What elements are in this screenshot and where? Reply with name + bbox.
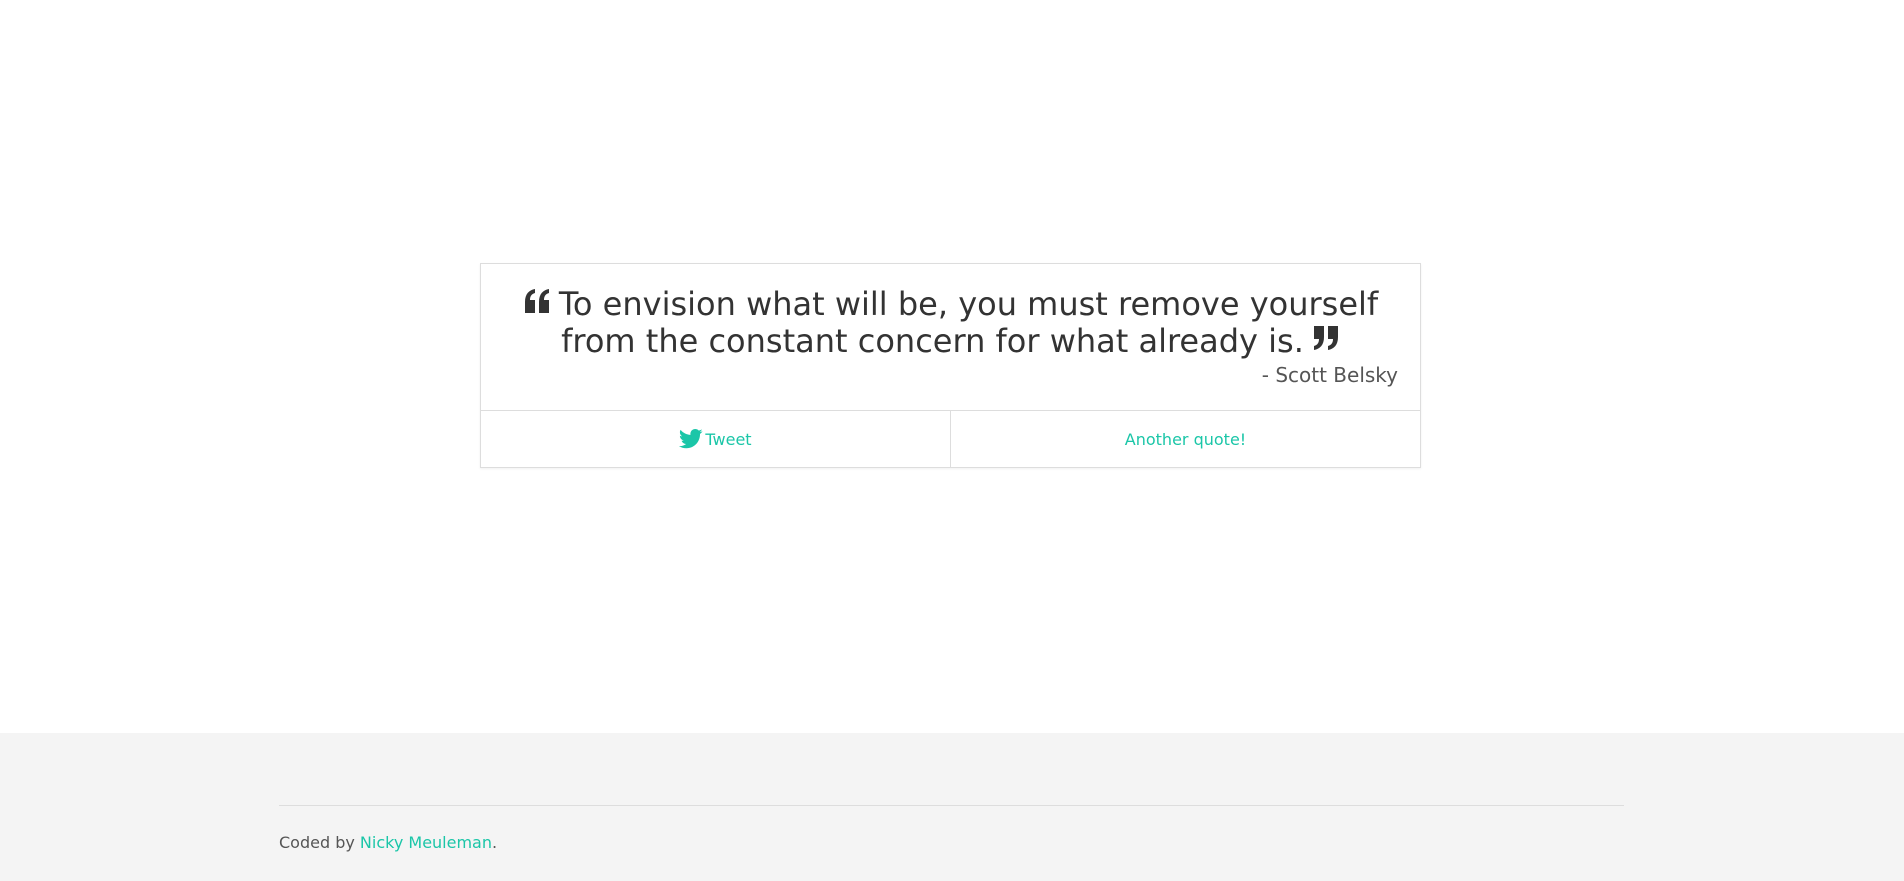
quote-author: - Scott Belsky: [1261, 363, 1398, 387]
tweet-button[interactable]: Tweet: [481, 411, 950, 467]
main-area: To envision what will be, you must remov…: [0, 0, 1904, 733]
footer-credit: Coded by Nicky Meuleman.: [279, 833, 497, 853]
quote-right-icon: [1312, 325, 1340, 351]
quote-card: To envision what will be, you must remov…: [480, 263, 1421, 468]
quote-actions: Tweet Another quote!: [481, 411, 1420, 467]
twitter-icon: [679, 428, 704, 450]
quote-heading: To envision what will be, you must remov…: [503, 286, 1398, 360]
footer: Coded by Nicky Meuleman.: [0, 733, 1904, 881]
credit-prefix: Coded by: [279, 833, 360, 852]
credit-suffix: .: [492, 833, 498, 852]
author-link[interactable]: Nicky Meuleman: [360, 833, 492, 852]
footer-divider: [279, 805, 1624, 806]
another-quote-button[interactable]: Another quote!: [950, 411, 1420, 467]
quote-left-icon: [523, 288, 551, 314]
quote-body: To envision what will be, you must remov…: [481, 264, 1420, 411]
another-quote-label: Another quote!: [1124, 429, 1247, 449]
quote-text: To envision what will be, you must remov…: [558, 285, 1379, 360]
page: To envision what will be, you must remov…: [0, 0, 1904, 881]
tweet-label: Tweet: [705, 429, 752, 449]
